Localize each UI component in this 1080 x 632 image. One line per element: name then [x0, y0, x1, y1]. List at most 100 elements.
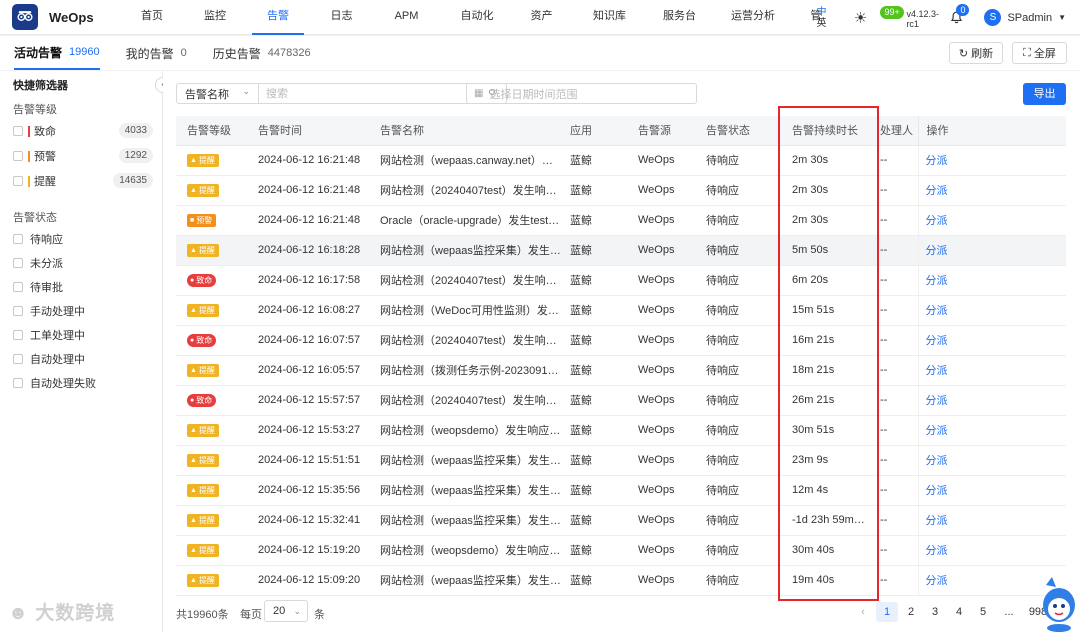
table-row[interactable]: ▲ 提醒 2024-06-12 15:09:20 网站检测（wepaas监控采集）发生… [176, 565, 1066, 596]
level-filter-item[interactable]: 预警 1292 [13, 148, 153, 164]
table-row[interactable]: ▲ 提醒 2024-06-12 15:19:20 网站检测（weopsdemo）发生响… [176, 535, 1066, 566]
col-time[interactable]: 告警时间 [258, 116, 380, 146]
page-number[interactable]: 3 [924, 602, 946, 622]
cell-name[interactable]: 网站检测（wepaas监控采集）发生响应超时 [380, 505, 570, 536]
nav-automation[interactable]: 自动化 [434, 0, 520, 35]
nav-log[interactable]: 日志 [304, 0, 379, 35]
cell-name[interactable]: 网站检测（wepaas.canway.net）发生响应超时 [380, 145, 570, 176]
checkbox[interactable] [13, 126, 23, 136]
assign-link[interactable]: 分派 [917, 415, 1066, 446]
assign-link[interactable]: 分派 [917, 355, 1066, 386]
export-button[interactable]: 导出 [1023, 83, 1066, 105]
status-filter-item[interactable]: 自动处理失败 [13, 375, 153, 391]
table-row[interactable]: ▲ 提醒 2024-06-12 16:21:48 网站检测（wepaas.canway… [176, 145, 1066, 176]
cell-name[interactable]: 网站检测（wepaas监控采集）发生响应超时 [380, 445, 570, 476]
assign-link[interactable]: 分派 [917, 205, 1066, 236]
checkbox[interactable] [13, 151, 23, 161]
nav-assets[interactable]: 资产 [520, 0, 563, 35]
table-row[interactable]: ▲ 提醒 2024-06-12 15:35:56 网站检测（wepaas监控采集）发生… [176, 475, 1066, 506]
col-duration[interactable]: 告警持续时长 [776, 116, 874, 146]
assign-link[interactable]: 分派 [917, 535, 1066, 566]
checkbox[interactable] [13, 306, 23, 316]
checkbox[interactable] [13, 234, 23, 244]
tab-my-alarms[interactable]: 我的告警 0 [126, 36, 187, 70]
tab-active-alarms[interactable]: 活动告警 19960 [14, 36, 100, 70]
status-filter-item[interactable]: 手动处理中 [13, 303, 153, 319]
checkbox[interactable] [13, 176, 23, 186]
page-size-select[interactable]: 20 ⌄ [264, 600, 308, 622]
cell-name[interactable]: 网站检测（weopsdemo）发生响应超时 [380, 415, 570, 446]
col-status[interactable]: 告警状态 [706, 116, 776, 146]
lang-zh[interactable]: 中 [810, 7, 832, 18]
cell-name[interactable]: 网站检测（拨测任务示例-20230919）发生响应超时 [380, 355, 570, 386]
nav-service-desk[interactable]: 服务台 [656, 0, 703, 35]
assign-link[interactable]: 分派 [917, 175, 1066, 206]
cell-name[interactable]: 网站检测（wepaas监控采集）发生响应超时 [380, 235, 570, 266]
nav-knowledge[interactable]: 知识库 [563, 0, 656, 35]
nav-analytics[interactable]: 运营分析 [703, 0, 803, 35]
table-row[interactable]: ● 致命 2024-06-12 15:57:57 网站检测（20240407test）… [176, 385, 1066, 416]
notification-bell[interactable]: 0 [946, 3, 970, 28]
fullscreen-button[interactable]: ⛶ 全屏 [1012, 42, 1067, 64]
nav-home[interactable]: 首页 [126, 0, 178, 35]
page-number[interactable]: 4 [948, 602, 970, 622]
checkbox[interactable] [13, 354, 23, 364]
cell-name[interactable]: 网站检测（wepaas监控采集）发生响应超时 [380, 565, 570, 596]
cell-name[interactable]: 网站检测（20240407test）发生响应超时 [380, 175, 570, 206]
checkbox[interactable] [13, 378, 23, 388]
lang-en[interactable]: 英 [810, 18, 832, 29]
tab-history-alarms[interactable]: 历史告警 4478326 [213, 36, 311, 70]
version-info[interactable]: 99+ v4.12.3-rc1 [880, 3, 940, 33]
col-name[interactable]: 告警名称 [380, 116, 570, 146]
status-filter-item[interactable]: 工单处理中 [13, 327, 153, 343]
table-row[interactable]: ● 致命 2024-06-12 16:07:57 网站检测（20240407test）… [176, 325, 1066, 356]
refresh-button[interactable]: ↻ 刷新 [949, 42, 1003, 64]
status-filter-item[interactable]: 待响应 [13, 231, 153, 247]
theme-sun-icon[interactable]: ☀ [850, 8, 870, 28]
table-row[interactable]: ▲ 提醒 2024-06-12 16:05:57 网站检测（拨测任务示例-202309… [176, 355, 1066, 386]
weops-logo[interactable] [12, 4, 38, 30]
assign-link[interactable]: 分派 [917, 145, 1066, 176]
date-range-picker[interactable]: ▦ 选择日期时间范围 [466, 83, 697, 104]
table-row[interactable]: ▲ 提醒 2024-06-12 16:18:28 网站检测（wepaas监控采集）发生… [176, 235, 1066, 266]
col-app[interactable]: 应用 [570, 116, 638, 146]
cell-name[interactable]: 网站检测（WeDoc可用性监测）发生响应超时 [380, 295, 570, 326]
user-menu[interactable]: S SPadmin ▼ [984, 9, 1066, 26]
col-source[interactable]: 告警源 [638, 116, 706, 146]
page-number[interactable]: 5 [972, 602, 994, 622]
checkbox[interactable] [13, 258, 23, 268]
assign-link[interactable]: 分派 [917, 385, 1066, 416]
assign-link[interactable]: 分派 [917, 265, 1066, 296]
level-filter-item[interactable]: 致命 4033 [13, 123, 153, 139]
col-level[interactable]: 告警等级 [176, 116, 258, 146]
assistant-mascot-icon[interactable] [1038, 575, 1078, 632]
table-row[interactable]: ▲ 提醒 2024-06-12 15:32:41 网站检测（wepaas监控采集）发生… [176, 505, 1066, 536]
nav-monitor[interactable]: 监控 [178, 0, 252, 35]
assign-link[interactable]: 分派 [917, 475, 1066, 506]
page-ellipsis[interactable]: ... [996, 602, 1022, 622]
nav-alarm[interactable]: 告警 [252, 0, 304, 35]
cell-name[interactable]: 网站检测（wepaas监控采集）发生响应超时 [380, 475, 570, 506]
assign-link[interactable]: 分派 [917, 235, 1066, 266]
checkbox[interactable] [13, 282, 23, 292]
cell-name[interactable]: 网站检测（20240407test）发生响应超时 [380, 265, 570, 296]
table-row[interactable]: ▲ 提醒 2024-06-12 16:08:27 网站检测（WeDoc可用性监测）发生… [176, 295, 1066, 326]
table-row[interactable]: ▲ 提醒 2024-06-12 15:51:51 网站检测（wepaas监控采集）发生… [176, 445, 1066, 476]
cell-name[interactable]: 网站检测（weopsdemo）发生响应超时 [380, 535, 570, 566]
table-row[interactable]: ■ 预警 2024-06-12 16:21:48 Oracle（oracle-upgr… [176, 205, 1066, 236]
assign-link[interactable]: 分派 [917, 325, 1066, 356]
status-filter-item[interactable]: 未分派 [13, 255, 153, 271]
status-filter-item[interactable]: 自动处理中 [13, 351, 153, 367]
cell-name[interactable]: 网站检测（20240407test）发生响应超时 [380, 385, 570, 416]
nav-apm[interactable]: APM [379, 0, 434, 35]
filter-field-select[interactable]: 告警名称 ⌄ [177, 84, 259, 103]
level-filter-item[interactable]: 提醒 14635 [13, 173, 153, 189]
status-filter-item[interactable]: 待审批 [13, 279, 153, 295]
search-input[interactable] [259, 84, 484, 103]
prev-page-chevron-left-icon[interactable]: ‹ [852, 602, 874, 622]
assign-link[interactable]: 分派 [917, 295, 1066, 326]
cell-name[interactable]: Oracle（oracle-upgrade）发生test告警 [380, 205, 570, 236]
assign-link[interactable]: 分派 [917, 445, 1066, 476]
page-number[interactable]: 1 [876, 602, 898, 622]
col-handler[interactable]: 处理人 [874, 116, 918, 146]
